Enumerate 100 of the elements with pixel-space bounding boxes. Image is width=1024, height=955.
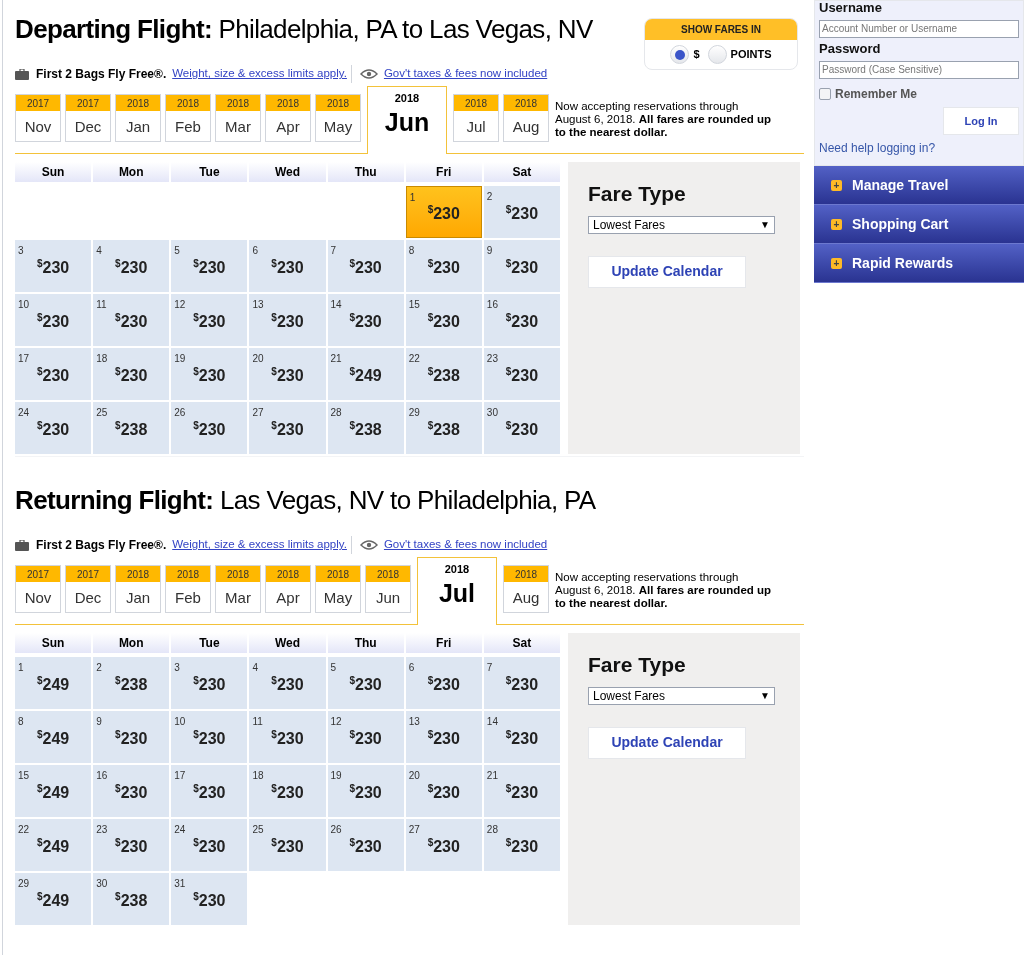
fare-day-cell[interactable]: 8 $^{$}$230	[405, 240, 482, 292]
month-tab[interactable]: 2018 Apr	[265, 565, 311, 613]
fare-day-cell[interactable]: 1 $^{$}$230	[405, 186, 482, 238]
fare-day-cell[interactable]: 27 $^{$}$230	[249, 402, 326, 454]
fare-day-cell[interactable]: 19 $^{$}$230	[171, 348, 248, 400]
fare-day-cell[interactable]: 9 $^{$}$230	[483, 240, 560, 292]
fare-day-cell[interactable]: 7 $^{$}$230	[327, 240, 404, 292]
password-field[interactable]: Password (Case Sensitive)	[819, 60, 1019, 79]
sidebar-menu-item[interactable]: + Shopping Cart	[814, 205, 1024, 244]
fare-day-cell[interactable]: 13 $^{$}$230	[249, 294, 326, 346]
fare-day-cell[interactable]: 17 $^{$}$230	[171, 765, 248, 817]
fare-price: $^{$}$230	[271, 674, 304, 695]
fare-day-cell[interactable]: 7 $^{$}$230	[483, 657, 560, 709]
taxes-link[interactable]: Gov't taxes & fees now included	[383, 65, 548, 83]
fare-day-cell[interactable]: 27 $^{$}$230	[405, 819, 482, 871]
fare-day-cell[interactable]: 17 $^{$}$230	[15, 348, 92, 400]
fare-day-cell[interactable]: 18 $^{$}$230	[93, 348, 170, 400]
fare-day-cell[interactable]: 20 $^{$}$230	[249, 348, 326, 400]
fare-day-cell[interactable]: 15 $^{$}$249	[15, 765, 92, 817]
month-tab[interactable]: 2017 Dec	[65, 94, 111, 142]
fare-day-cell[interactable]: 24 $^{$}$230	[15, 402, 92, 454]
fare-day-cell[interactable]: 25 $^{$}$230	[249, 819, 326, 871]
month-tab[interactable]: 2017 Nov	[15, 94, 61, 142]
update-calendar-button[interactable]: Update Calendar	[588, 726, 746, 759]
fare-day-cell[interactable]: 5 $^{$}$230	[171, 240, 248, 292]
month-tab[interactable]: 2018 Feb	[165, 565, 211, 613]
limits-link[interactable]: Weight, size & excess limits apply.	[172, 65, 352, 83]
fare-day-cell[interactable]: 24 $^{$}$230	[171, 819, 248, 871]
fare-day-cell[interactable]: 28 $^{$}$230	[483, 819, 560, 871]
fare-day-cell[interactable]: 11 $^{$}$230	[93, 294, 170, 346]
fare-day-cell[interactable]: 6 $^{$}$230	[249, 240, 326, 292]
taxes-link[interactable]: Gov't taxes & fees now included	[383, 536, 548, 554]
month-tab[interactable]: 2018 Jan	[115, 565, 161, 613]
fare-day-cell[interactable]: 16 $^{$}$230	[483, 294, 560, 346]
fare-day-cell[interactable]: 30 $^{$}$230	[483, 402, 560, 454]
fare-day-cell[interactable]: 3 $^{$}$230	[171, 657, 248, 709]
month-tab[interactable]: 2018 Jan	[115, 94, 161, 142]
fare-day-cell[interactable]: 8 $^{$}$249	[15, 711, 92, 763]
fare-day-cell[interactable]: 22 $^{$}$238	[405, 348, 482, 400]
fare-unit-radio[interactable]: POINTS	[707, 45, 772, 64]
fare-day-cell[interactable]: 6 $^{$}$230	[405, 657, 482, 709]
sidebar-menu-item[interactable]: + Manage Travel	[814, 166, 1024, 205]
fare-day-cell[interactable]: 21 $^{$}$249	[327, 348, 404, 400]
fare-day-cell[interactable]: 20 $^{$}$230	[405, 765, 482, 817]
fare-day-cell[interactable]: 19 $^{$}$230	[327, 765, 404, 817]
fare-day-cell[interactable]: 30 $^{$}$238	[93, 873, 170, 925]
month-tab[interactable]: 2018 Mar	[215, 565, 261, 613]
month-tab[interactable]: 2017 Nov	[15, 565, 61, 613]
fare-day-cell[interactable]: 2 $^{$}$238	[93, 657, 170, 709]
fare-type-select[interactable]: Lowest Fares ▼	[588, 686, 775, 705]
month-tab[interactable]: 2018 Aug	[503, 94, 549, 142]
fare-day-cell[interactable]: 14 $^{$}$230	[483, 711, 560, 763]
fare-day-cell[interactable]: 5 $^{$}$230	[327, 657, 404, 709]
fare-day-cell[interactable]: 28 $^{$}$238	[327, 402, 404, 454]
fare-day-cell[interactable]: 18 $^{$}$230	[249, 765, 326, 817]
help-link[interactable]: Need help logging in?	[819, 139, 1019, 157]
fare-day-cell[interactable]: 26 $^{$}$230	[171, 402, 248, 454]
month-tab[interactable]: 2018 May	[315, 94, 361, 142]
fare-day-cell[interactable]: 10 $^{$}$230	[171, 711, 248, 763]
fare-day-cell[interactable]: 11 $^{$}$230	[249, 711, 326, 763]
fare-day-cell[interactable]: 13 $^{$}$230	[405, 711, 482, 763]
fare-day-cell[interactable]: 26 $^{$}$230	[327, 819, 404, 871]
sidebar-menu-item[interactable]: + Rapid Rewards	[814, 244, 1024, 283]
month-tab[interactable]: 2018 Mar	[215, 94, 261, 142]
fare-day-cell[interactable]: 25 $^{$}$238	[93, 402, 170, 454]
fare-day-cell[interactable]: 23 $^{$}$230	[483, 348, 560, 400]
day-number: 16	[486, 298, 498, 312]
remember-checkbox[interactable]	[819, 88, 831, 100]
month-tab[interactable]: 2018 Apr	[265, 94, 311, 142]
month-tab[interactable]: 2018 Jun	[365, 565, 411, 613]
limits-link[interactable]: Weight, size & excess limits apply.	[172, 536, 352, 554]
month-tab[interactable]: 2018 Feb	[165, 94, 211, 142]
fare-day-cell[interactable]: 4 $^{$}$230	[93, 240, 170, 292]
fare-day-cell[interactable]: 3 $^{$}$230	[15, 240, 92, 292]
fare-day-cell[interactable]: 29 $^{$}$238	[405, 402, 482, 454]
fare-day-cell[interactable]: 29 $^{$}$249	[15, 873, 92, 925]
fare-type-select[interactable]: Lowest Fares ▼	[588, 215, 775, 234]
fare-day-cell[interactable]: 10 $^{$}$230	[15, 294, 92, 346]
fare-day-cell[interactable]: 4 $^{$}$230	[249, 657, 326, 709]
fare-day-cell[interactable]: 16 $^{$}$230	[93, 765, 170, 817]
fare-day-cell[interactable]: 1 $^{$}$249	[15, 657, 92, 709]
month-tab[interactable]: 2018 Jul	[453, 94, 499, 142]
month-tab[interactable]: 2018 Aug	[503, 565, 549, 613]
fare-day-cell[interactable]: 2 $^{$}$230	[483, 186, 560, 238]
fare-day-cell[interactable]: 21 $^{$}$230	[483, 765, 560, 817]
update-calendar-button[interactable]: Update Calendar	[588, 255, 746, 288]
month-tab[interactable]: 2018 Jun	[367, 86, 447, 154]
fare-day-cell[interactable]: 12 $^{$}$230	[171, 294, 248, 346]
month-tab[interactable]: 2018 May	[315, 565, 361, 613]
fare-day-cell[interactable]: 14 $^{$}$230	[327, 294, 404, 346]
fare-day-cell[interactable]: 23 $^{$}$230	[93, 819, 170, 871]
fare-day-cell[interactable]: 15 $^{$}$230	[405, 294, 482, 346]
fare-day-cell[interactable]: 31 $^{$}$230	[171, 873, 248, 925]
month-tab[interactable]: 2018 Jul	[417, 557, 497, 625]
fare-day-cell[interactable]: 9 $^{$}$230	[93, 711, 170, 763]
fare-day-cell[interactable]: 22 $^{$}$249	[15, 819, 92, 871]
month-tab[interactable]: 2017 Dec	[65, 565, 111, 613]
fare-day-cell[interactable]: 12 $^{$}$230	[327, 711, 404, 763]
login-button[interactable]: Log In	[943, 107, 1019, 135]
username-field[interactable]: Account Number or Username	[819, 19, 1019, 38]
